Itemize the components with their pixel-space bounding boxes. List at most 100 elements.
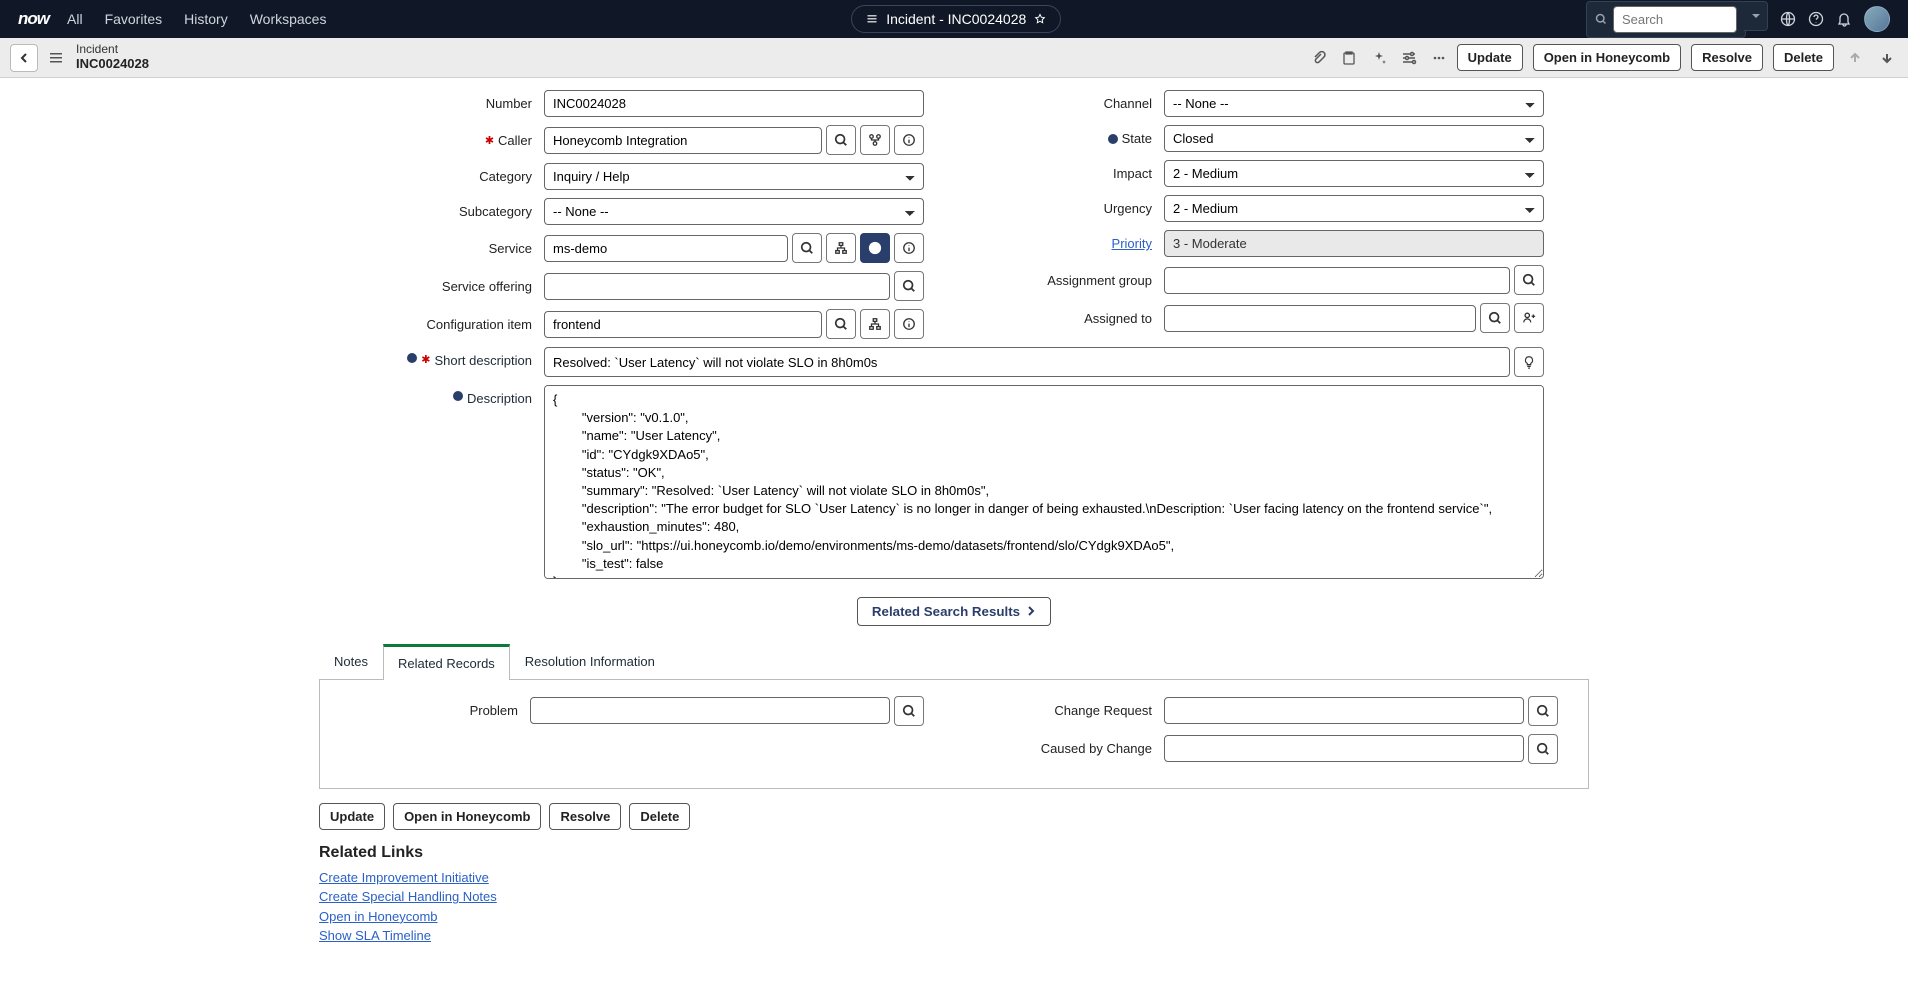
update-button-bottom[interactable]: Update bbox=[319, 803, 385, 830]
resolve-button[interactable]: Resolve bbox=[1691, 44, 1763, 71]
chevron-left-icon bbox=[18, 52, 30, 64]
related-search-button[interactable]: Related Search Results bbox=[857, 597, 1051, 626]
tab-resolution-info[interactable]: Resolution Information bbox=[510, 644, 670, 679]
pill-text: Incident - INC0024028 bbox=[886, 11, 1026, 27]
caused-by-change-field[interactable] bbox=[1164, 735, 1524, 762]
short-desc-label: Short description bbox=[434, 353, 532, 368]
open-honeycomb-button[interactable]: Open in Honeycomb bbox=[1533, 44, 1681, 71]
back-button[interactable] bbox=[10, 44, 38, 72]
caller-lookup[interactable] bbox=[826, 125, 856, 155]
search-icon bbox=[1595, 12, 1607, 26]
nav-workspaces[interactable]: Workspaces bbox=[250, 11, 327, 27]
link-open-honeycomb[interactable]: Open in Honeycomb bbox=[319, 907, 1589, 927]
search-dropdown[interactable] bbox=[1744, 1, 1768, 31]
nav-history[interactable]: History bbox=[184, 11, 228, 27]
delete-button-bottom[interactable]: Delete bbox=[629, 803, 690, 830]
resolve-button-bottom[interactable]: Resolve bbox=[549, 803, 621, 830]
subcategory-field[interactable]: -- None -- bbox=[544, 198, 924, 225]
caret-down-icon bbox=[1751, 11, 1761, 21]
assigned-to-person[interactable] bbox=[1514, 303, 1544, 333]
change-request-label: Change Request bbox=[984, 703, 1164, 718]
problem-lookup[interactable] bbox=[894, 696, 924, 726]
tab-related-records[interactable]: Related Records bbox=[383, 644, 510, 680]
menu-icon[interactable] bbox=[48, 50, 66, 66]
avatar[interactable] bbox=[1864, 6, 1890, 32]
service-lookup[interactable] bbox=[792, 233, 822, 263]
caller-field[interactable] bbox=[544, 127, 822, 154]
problem-field[interactable] bbox=[530, 697, 890, 724]
tab-notes[interactable]: Notes bbox=[319, 644, 383, 679]
record-pill[interactable]: Incident - INC0024028 bbox=[851, 5, 1061, 33]
state-field[interactable]: Closed bbox=[1164, 125, 1544, 152]
changed-indicator bbox=[407, 353, 417, 363]
prev-record[interactable] bbox=[1844, 51, 1866, 65]
clipboard-icon[interactable] bbox=[1341, 50, 1357, 66]
number-field[interactable] bbox=[544, 90, 924, 117]
impact-label: Impact bbox=[984, 166, 1164, 181]
search-input[interactable] bbox=[1613, 6, 1737, 33]
nav-all[interactable]: All bbox=[67, 11, 83, 27]
link-handling-notes[interactable]: Create Special Handling Notes bbox=[319, 887, 1589, 907]
next-record[interactable] bbox=[1876, 51, 1898, 65]
page-title: Incident INC0024028 bbox=[76, 43, 149, 72]
service-info[interactable] bbox=[894, 233, 924, 263]
caller-info[interactable] bbox=[894, 125, 924, 155]
open-honeycomb-button-bottom[interactable]: Open in Honeycomb bbox=[393, 803, 541, 830]
config-item-lookup[interactable] bbox=[826, 309, 856, 339]
caused-by-change-label: Caused by Change bbox=[984, 741, 1164, 756]
channel-field[interactable]: -- None -- bbox=[1164, 90, 1544, 117]
short-desc-field[interactable] bbox=[544, 347, 1510, 377]
category-field[interactable]: Inquiry / Help bbox=[544, 163, 924, 190]
assignment-group-lookup[interactable] bbox=[1514, 265, 1544, 295]
assigned-to-label: Assigned to bbox=[984, 311, 1164, 326]
service-field[interactable] bbox=[544, 235, 788, 262]
caller-label: Caller bbox=[498, 133, 532, 148]
category-label: Category bbox=[364, 169, 544, 184]
config-item-tree[interactable] bbox=[860, 309, 890, 339]
urgency-field[interactable]: 2 - Medium bbox=[1164, 195, 1544, 222]
subcategory-label: Subcategory bbox=[364, 204, 544, 219]
caller-tree[interactable] bbox=[860, 125, 890, 155]
bell-icon[interactable] bbox=[1836, 11, 1852, 27]
globe-icon[interactable] bbox=[1780, 11, 1796, 27]
config-item-field[interactable] bbox=[544, 311, 822, 338]
description-field[interactable] bbox=[544, 385, 1544, 579]
assignment-group-label: Assignment group bbox=[984, 273, 1164, 288]
more-icon[interactable] bbox=[1431, 50, 1447, 66]
list-icon bbox=[866, 13, 878, 25]
impact-field[interactable]: 2 - Medium bbox=[1164, 160, 1544, 187]
star-icon[interactable] bbox=[1034, 13, 1046, 25]
top-nav: now All Favorites History Workspaces Inc… bbox=[0, 0, 1908, 38]
link-sla-timeline[interactable]: Show SLA Timeline bbox=[319, 926, 1589, 946]
change-request-field[interactable] bbox=[1164, 697, 1524, 724]
assigned-to-field[interactable] bbox=[1164, 305, 1476, 332]
assigned-to-lookup[interactable] bbox=[1480, 303, 1510, 333]
global-search[interactable] bbox=[1586, 1, 1746, 38]
chevron-right-icon bbox=[1026, 606, 1036, 616]
short-desc-suggest[interactable] bbox=[1514, 347, 1544, 377]
settings-icon[interactable] bbox=[1401, 50, 1417, 66]
attachment-icon[interactable] bbox=[1311, 50, 1327, 66]
nav-favorites[interactable]: Favorites bbox=[105, 11, 163, 27]
required-icon: ✱ bbox=[421, 353, 430, 366]
config-item-label: Configuration item bbox=[364, 317, 544, 332]
config-item-info[interactable] bbox=[894, 309, 924, 339]
delete-button[interactable]: Delete bbox=[1773, 44, 1834, 71]
service-tree[interactable] bbox=[826, 233, 856, 263]
service-offering-lookup[interactable] bbox=[894, 271, 924, 301]
assignment-group-field[interactable] bbox=[1164, 267, 1510, 294]
state-label: State bbox=[1122, 131, 1152, 146]
service-alert[interactable] bbox=[860, 233, 890, 263]
sparkle-icon[interactable] bbox=[1371, 50, 1387, 66]
related-links-heading: Related Links bbox=[319, 844, 1589, 862]
changed-indicator bbox=[1108, 134, 1118, 144]
change-request-lookup[interactable] bbox=[1528, 696, 1558, 726]
priority-label[interactable]: Priority bbox=[1112, 236, 1152, 251]
service-offering-field[interactable] bbox=[544, 273, 890, 300]
link-improvement[interactable]: Create Improvement Initiative bbox=[319, 868, 1589, 888]
problem-label: Problem bbox=[350, 703, 530, 718]
caused-by-change-lookup[interactable] bbox=[1528, 734, 1558, 764]
update-button[interactable]: Update bbox=[1457, 44, 1523, 71]
channel-label: Channel bbox=[984, 96, 1164, 111]
help-icon[interactable] bbox=[1808, 11, 1824, 27]
